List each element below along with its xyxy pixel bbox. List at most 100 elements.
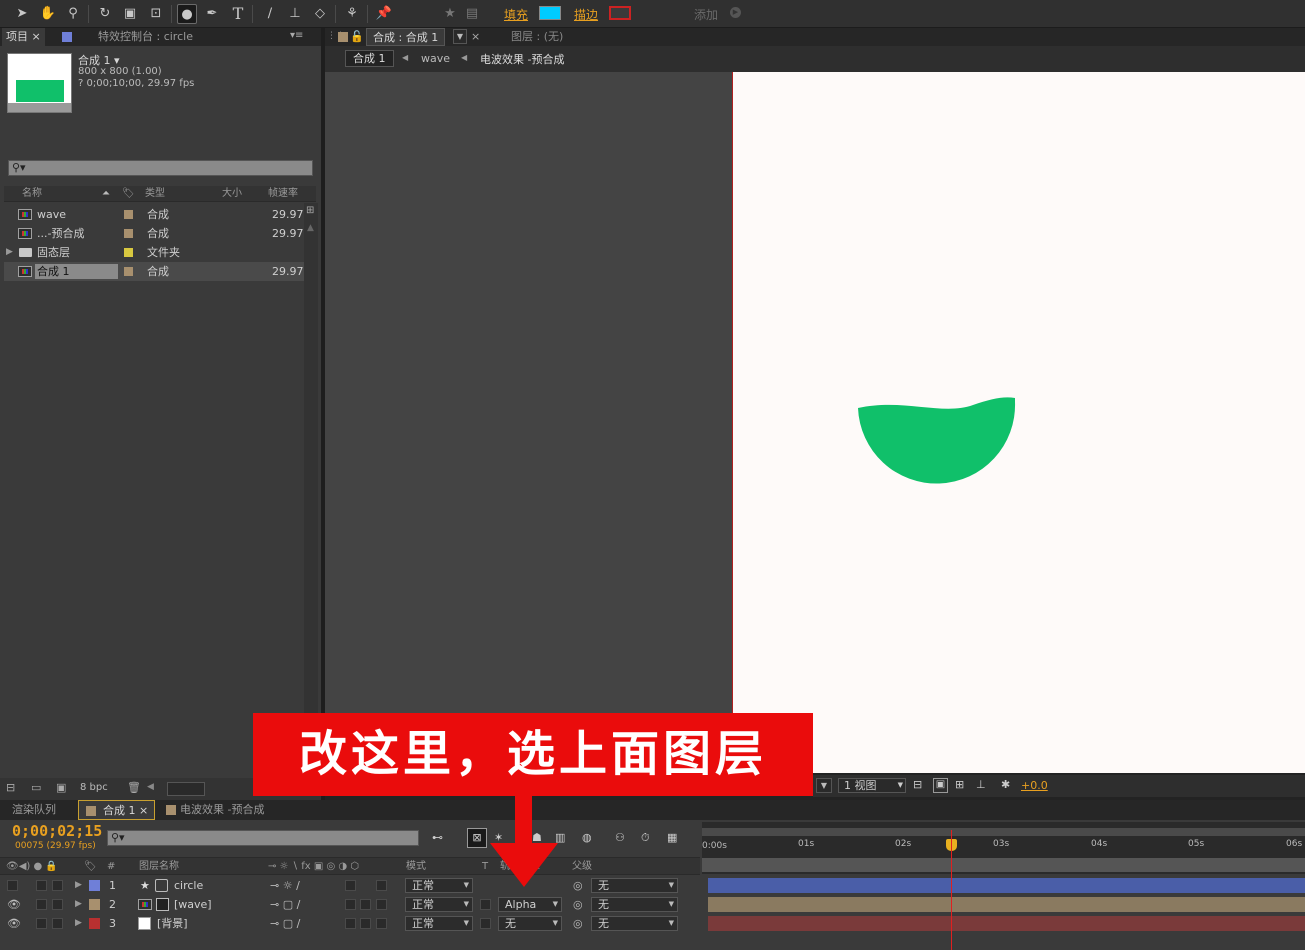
column-fps[interactable]: 帧速率 xyxy=(268,186,298,202)
preserve-transparency-toggle[interactable] xyxy=(480,899,491,910)
blend-mode-select[interactable]: 正常 xyxy=(405,897,473,912)
switch-toggle[interactable] xyxy=(345,918,356,929)
timeline-search-input[interactable]: ⚲▾ xyxy=(107,830,419,846)
puppet-pin-tool-icon[interactable]: 📌 xyxy=(374,4,394,24)
fill-label[interactable]: 填充 xyxy=(504,6,528,23)
current-timecode[interactable]: 0;00;02;15 xyxy=(12,822,102,840)
expand-arrow-icon[interactable]: ▶ xyxy=(75,895,82,914)
column-parent[interactable]: 父级 xyxy=(572,858,592,876)
switch-toggle[interactable] xyxy=(376,880,387,891)
layer-color-swatch[interactable] xyxy=(89,880,100,891)
graph-editor-icon[interactable]: ▦ xyxy=(667,831,677,844)
label-tag-icon[interactable]: 🏷 xyxy=(84,858,97,876)
eye-icon[interactable]: 👁 xyxy=(7,895,21,914)
eye-icon[interactable]: 👁 xyxy=(7,914,21,933)
add-dropdown-icon[interactable]: ▶ xyxy=(730,7,741,18)
fast-preview-icon[interactable]: ⊟ xyxy=(913,778,922,791)
bpc-label[interactable]: 8 bpc xyxy=(80,782,108,793)
layer-bar-background[interactable] xyxy=(708,916,1305,931)
layer-name[interactable]: [wave] xyxy=(174,895,212,914)
lock-toggle[interactable] xyxy=(52,918,63,929)
column-name[interactable]: 名称 xyxy=(22,186,42,202)
new-folder-icon[interactable]: ▭ xyxy=(31,781,41,794)
column-mode[interactable]: 模式 xyxy=(406,858,426,876)
stroke-color-swatch[interactable] xyxy=(609,6,631,20)
tab-timeline-comp1[interactable]: 合成 1 × xyxy=(78,800,156,820)
label-tag-icon[interactable]: 🏷 xyxy=(122,186,135,202)
layer-row-wave[interactable]: 👁 ▶ 2 [wave] ⊸ ▢ ∕ 正常 Alpha ◎ 无 xyxy=(0,895,700,914)
project-search-input[interactable]: ⚲▾ xyxy=(8,160,313,176)
ellipse-tool-icon[interactable]: ● xyxy=(177,4,197,24)
green-wave-shape[interactable] xyxy=(858,397,1016,484)
time-ruler[interactable]: 0:00s 01s 02s 03s 04s 05s 06s xyxy=(702,822,1305,874)
blend-mode-select[interactable]: 正常 xyxy=(405,916,473,931)
rotate-tool-icon[interactable]: ↻ xyxy=(95,4,115,24)
composition-canvas[interactable] xyxy=(732,72,1305,773)
layer-color-swatch[interactable] xyxy=(89,918,100,929)
close-icon[interactable]: × xyxy=(139,804,148,817)
live-update-icon[interactable]: ⊠ xyxy=(467,828,487,848)
layer-bar-wave[interactable] xyxy=(708,897,1305,912)
eraser-tool-icon[interactable]: ◇ xyxy=(310,4,330,24)
switch-toggle[interactable] xyxy=(376,918,387,929)
close-icon[interactable]: × xyxy=(32,30,41,43)
track-matte-select[interactable]: 无 xyxy=(498,916,562,931)
preserve-transparency-toggle[interactable] xyxy=(480,918,491,929)
label-color-swatch[interactable] xyxy=(124,229,133,238)
breadcrumb-comp1[interactable]: 合成 1 xyxy=(345,50,394,67)
label-color-swatch[interactable] xyxy=(124,210,133,219)
exposure-value[interactable]: +0.0 xyxy=(1021,779,1048,792)
layer-switches-icon[interactable]: ⊸ ☼ ∖ fx ▣ ◎ ◑ ⬡ xyxy=(268,858,359,876)
video-toggle[interactable] xyxy=(7,880,18,891)
time-navigator[interactable] xyxy=(702,858,1305,872)
parent-select[interactable]: 无 xyxy=(591,897,678,912)
project-item-comp1[interactable]: 合成 1 合成 29.97 xyxy=(4,262,316,281)
panel-menu-icon[interactable]: ▾≡ xyxy=(290,30,303,41)
switch-toggle[interactable] xyxy=(345,899,356,910)
comp-dropdown-icon[interactable]: ▼ xyxy=(453,29,467,44)
switch-toggle[interactable] xyxy=(360,918,371,929)
composition-viewer[interactable] xyxy=(325,72,1305,773)
hand-tool-icon[interactable]: ✋ xyxy=(38,4,58,24)
pen-tool-icon[interactable]: ✒ xyxy=(202,4,222,24)
comp-flowchart-icon[interactable]: ⊞ xyxy=(955,778,964,791)
column-type[interactable]: 类型 xyxy=(145,186,165,202)
tab-project[interactable]: 项目 × xyxy=(2,28,45,46)
solo-toggle[interactable] xyxy=(36,880,47,891)
view-dropdown-icon[interactable]: ▼ xyxy=(816,778,832,793)
exposure-icon[interactable]: ✱ xyxy=(1001,778,1010,791)
track-matte-select[interactable]: Alpha xyxy=(498,897,562,912)
flowchart-icon[interactable]: ⊞ xyxy=(306,205,314,216)
motion-blur-icon[interactable]: ◍ xyxy=(582,831,592,844)
expand-arrow-icon[interactable]: ▶ xyxy=(75,876,82,895)
pick-whip-icon[interactable]: ◎ xyxy=(573,914,583,933)
brainstorm-icon[interactable]: ⚇ xyxy=(615,831,625,844)
auto-keyframe-icon[interactable]: ⏱ xyxy=(641,831,650,845)
layer-row-background[interactable]: 👁 ▶ 3 [背景] ⊸ ▢ ∕ 正常 无 ◎ 无 xyxy=(0,914,700,933)
tab-effect-controls[interactable]: 特效控制台 : circle xyxy=(92,28,199,46)
comp-mini-flowchart-icon[interactable]: ⊷ xyxy=(432,831,443,844)
layer-bar-circle[interactable] xyxy=(708,878,1305,893)
switch-toggle[interactable] xyxy=(360,899,371,910)
stroke-label[interactable]: 描边 xyxy=(574,6,598,23)
solo-toggle[interactable] xyxy=(36,899,47,910)
transparency-grid-icon[interactable]: ▣ xyxy=(933,778,948,793)
interpret-footage-icon[interactable]: ⊟ xyxy=(6,781,15,794)
switch-toggle[interactable] xyxy=(376,899,387,910)
blend-mode-select[interactable]: 正常 xyxy=(405,878,473,893)
sort-asc-icon[interactable]: ⏶ xyxy=(102,186,110,202)
solo-toggle[interactable] xyxy=(36,918,47,929)
label-color-swatch[interactable] xyxy=(124,267,133,276)
parent-select[interactable]: 无 xyxy=(591,916,678,931)
layer-row-circle[interactable]: ▶ 1 ★ circle ⊸ ☼ ∕ 正常 ◎ 无 xyxy=(0,876,700,895)
tab-composition[interactable]: 合成 : 合成 1 xyxy=(366,28,446,46)
expand-arrow-icon[interactable]: ▶ xyxy=(6,243,13,262)
tab-render-queue[interactable]: 渲染队列 xyxy=(6,800,62,820)
tab-timeline-precomp[interactable]: 电波效果 -预合成 xyxy=(160,800,270,820)
layer-color-swatch[interactable] xyxy=(89,899,100,910)
work-area-bar[interactable] xyxy=(702,828,1305,836)
project-item-precomp[interactable]: ...-预合成 合成 29.97 xyxy=(4,224,316,243)
pick-whip-icon[interactable]: ◎ xyxy=(573,876,583,895)
fill-color-swatch[interactable] xyxy=(539,6,561,20)
star-icon[interactable]: ★ xyxy=(440,4,460,24)
